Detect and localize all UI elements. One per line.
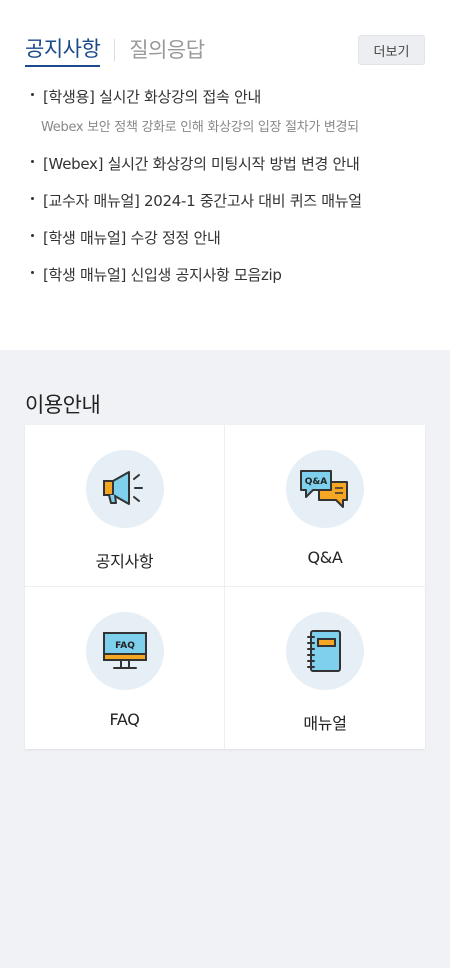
notice-section: 공지사항 질의응답 더보기 [학생용] 실시간 화상강의 접속 안내 Webex… [0,0,450,350]
notice-list: [학생용] 실시간 화상강의 접속 안내 Webex 보안 정책 강화로 인해 … [25,86,425,286]
bullet-icon [31,271,34,274]
qa-bubbles-icon: Q&A [300,470,348,508]
guide-label: FAQ [109,710,140,729]
tab-notice[interactable]: 공지사항 [25,33,101,67]
bullet-icon [31,160,34,163]
guide-grid: 공지사항 Q&A Q&A FAQ FAQ 매뉴얼 [25,425,425,749]
guide-label: Q&A [307,548,343,567]
notice-description: Webex 보안 정책 강화로 인해 화상강의 입장 절차가 변경되 [41,120,359,135]
bullet-icon [31,234,34,237]
icon-circle: FAQ [85,612,164,690]
notice-title[interactable]: [학생용] 실시간 화상강의 접속 안내 [43,86,425,108]
icon-circle [286,612,364,690]
notice-title[interactable]: [학생 매뉴얼] 수강 정정 안내 [43,227,425,249]
svg-text:FAQ: FAQ [115,641,135,651]
faq-monitor-icon: FAQ [102,632,147,669]
notice-title[interactable]: [학생 매뉴얼] 신입생 공지사항 모음zip [43,264,425,286]
guide-label: 매뉴얼 [303,714,347,733]
guide-section: 이용안내 공지사항 Q&A Q&A FAQ FAQ 매뉴얼 [0,350,450,749]
more-button[interactable]: 더보기 [358,35,425,65]
list-item[interactable]: [교수자 매뉴얼] 2024-1 중간고사 대비 퀴즈 매뉴얼 [25,190,425,212]
guide-title: 이용안내 [25,393,101,417]
list-item[interactable]: [학생 매뉴얼] 수강 정정 안내 [25,227,425,249]
tab-divider [114,39,116,61]
icon-circle: Q&A [286,450,364,528]
guide-manual-button[interactable]: 매뉴얼 [225,587,425,749]
bullet-icon [31,93,34,96]
guide-qa-button[interactable]: Q&A Q&A [225,425,425,587]
list-item[interactable]: [학생 매뉴얼] 신입생 공지사항 모음zip [25,264,425,286]
guide-label: 공지사항 [95,552,154,571]
manual-book-icon [307,630,341,672]
notice-title[interactable]: [Webex] 실시간 화상강의 미팅시작 방법 변경 안내 [43,153,425,175]
megaphone-icon [102,471,143,505]
guide-faq-button[interactable]: FAQ FAQ [25,587,225,749]
list-item[interactable]: [Webex] 실시간 화상강의 미팅시작 방법 변경 안내 [25,153,425,175]
tab-qna[interactable]: 질의응답 [129,34,205,66]
guide-notice-button[interactable]: 공지사항 [25,425,225,587]
svg-text:Q&A: Q&A [305,477,327,487]
list-item[interactable]: [학생용] 실시간 화상강의 접속 안내 Webex 보안 정책 강화로 인해 … [25,86,425,138]
icon-circle [85,450,164,528]
bullet-icon [31,197,34,200]
notice-title[interactable]: [교수자 매뉴얼] 2024-1 중간고사 대비 퀴즈 매뉴얼 [43,190,425,212]
